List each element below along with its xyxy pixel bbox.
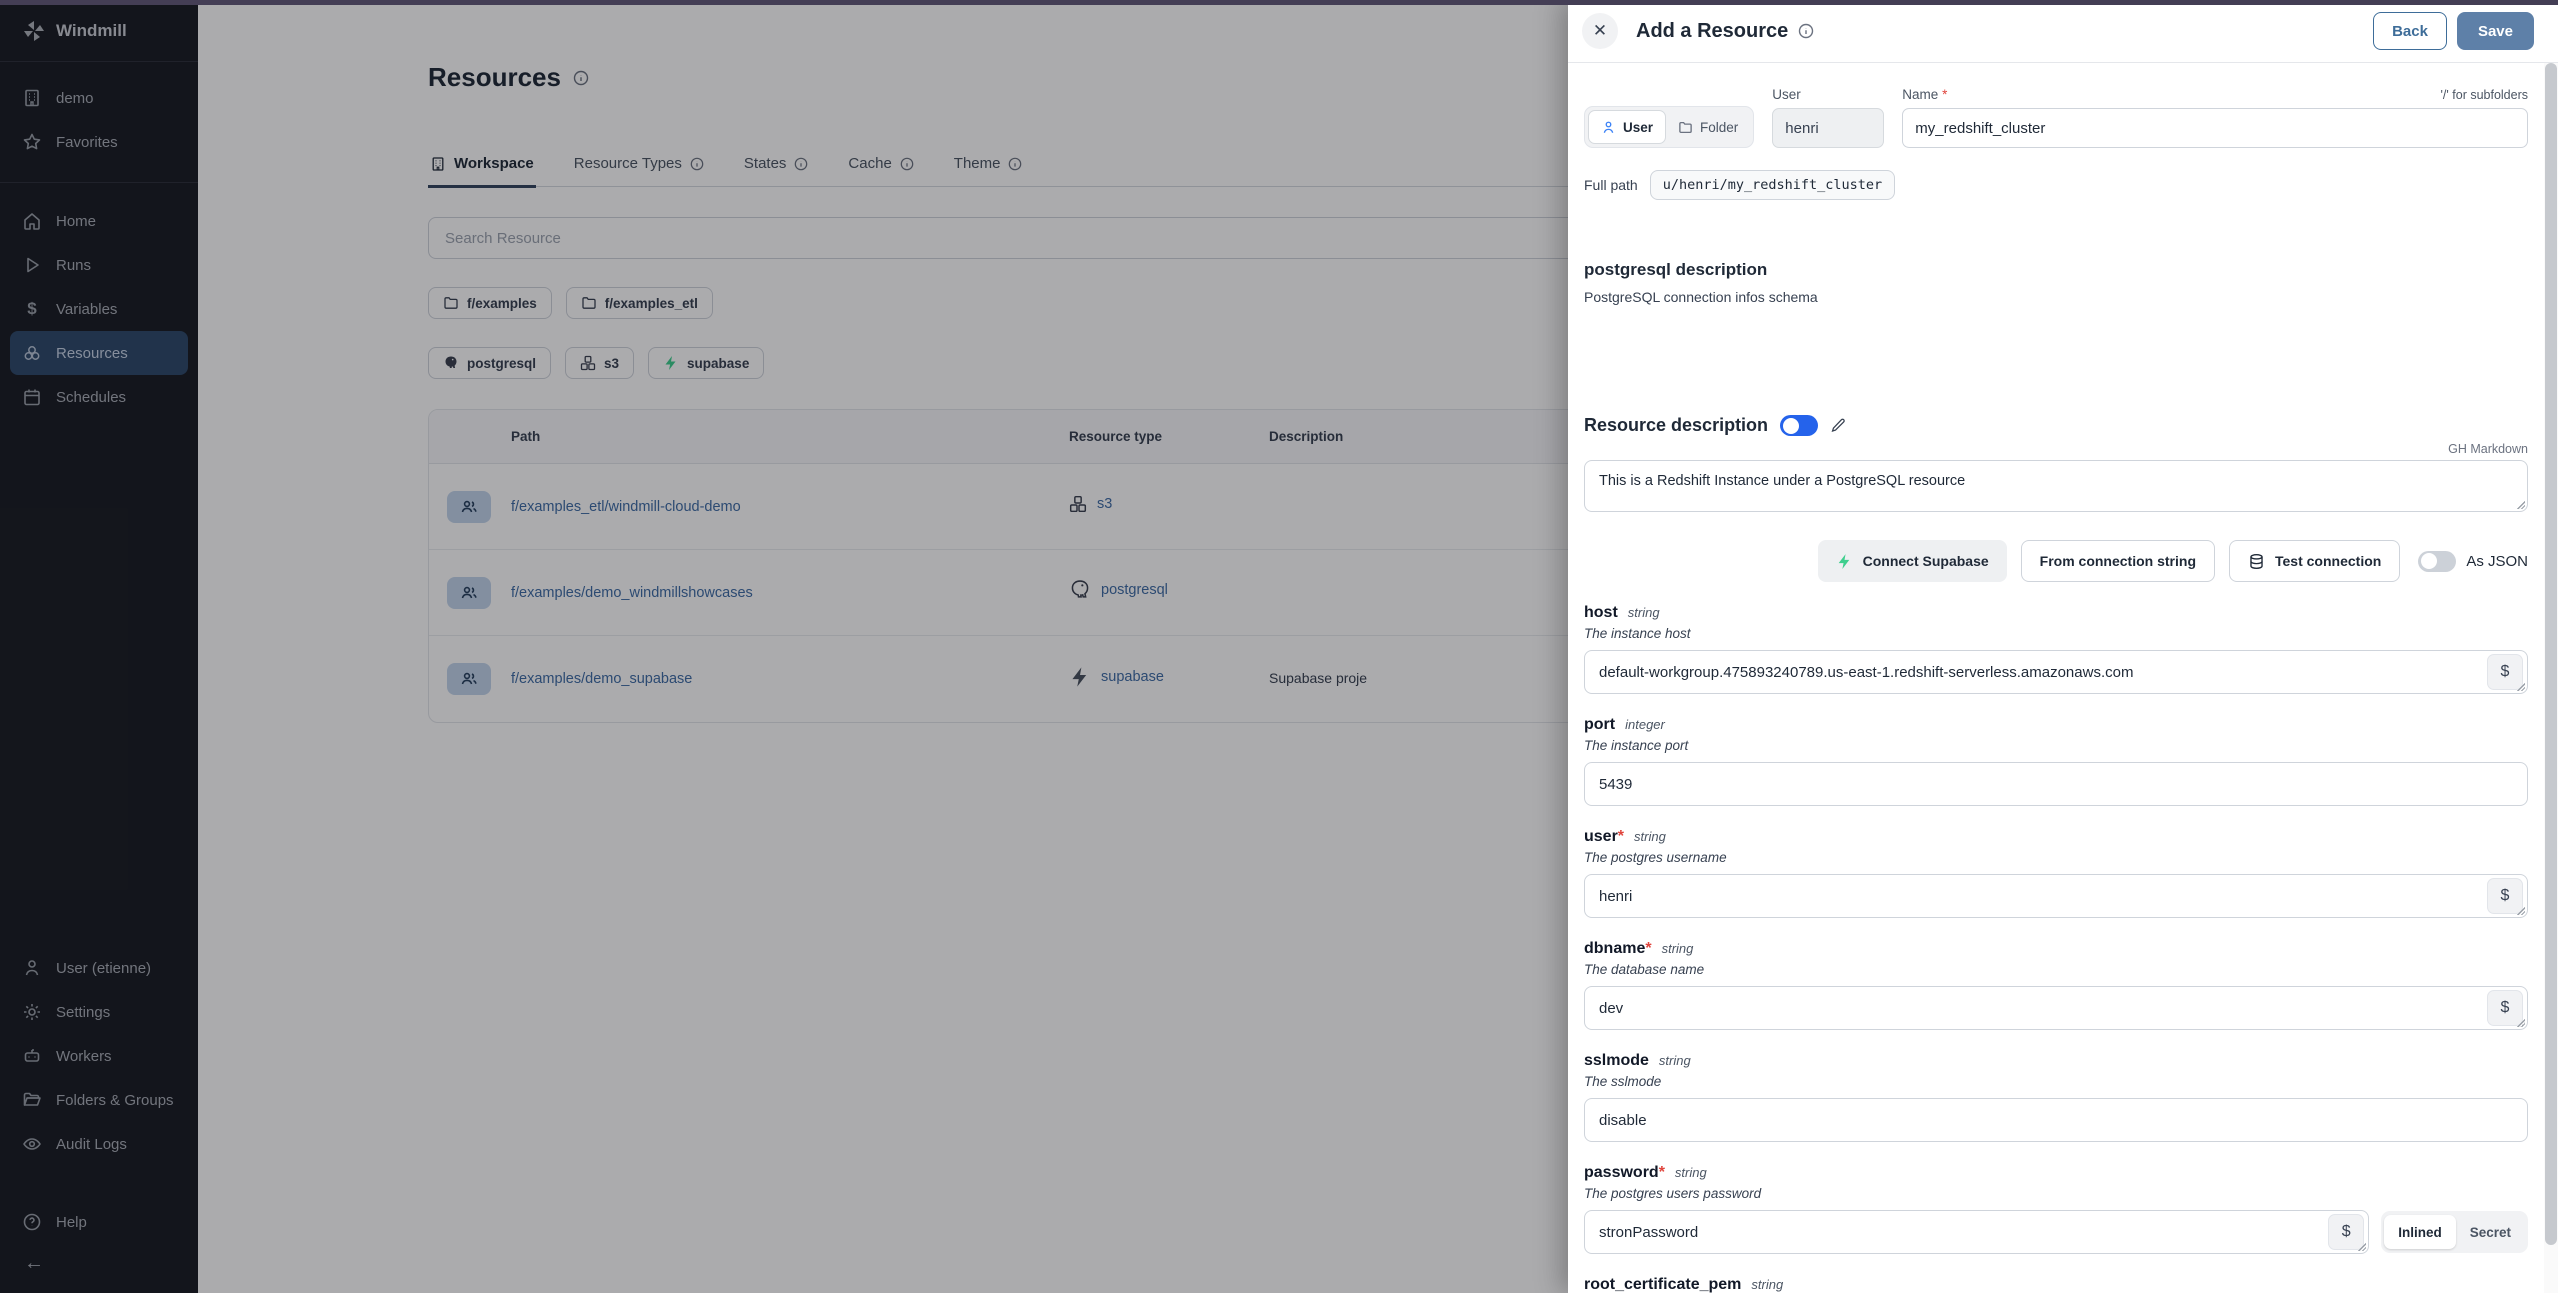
field-root-certificate-pem: root_certificate_pemstring: [1584, 1276, 2528, 1293]
database-icon: [2248, 553, 2265, 570]
password-mode-toggle: Inlined Secret: [2381, 1211, 2528, 1253]
field-port: portinteger The instance port: [1584, 716, 2528, 806]
full-path-row: Full path u/henri/my_redshift_cluster: [1584, 170, 2528, 200]
user-field-label: User: [1772, 87, 1884, 102]
field-sslmode: sslmodestring The sslmode: [1584, 1052, 2528, 1142]
owner-user-label: User: [1623, 120, 1653, 135]
field-description: The postgres username: [1584, 850, 2528, 865]
modal-overlay[interactable]: [0, 0, 1568, 1293]
owner-folder-label: Folder: [1700, 120, 1738, 135]
secret-segment[interactable]: Secret: [2456, 1215, 2525, 1249]
field-description: The instance host: [1584, 626, 2528, 641]
field-description: The database name: [1584, 962, 2528, 977]
as-json-toggle[interactable]: [2418, 551, 2456, 572]
field-description: The sslmode: [1584, 1074, 2528, 1089]
resize-handle[interactable]: [2516, 1018, 2525, 1027]
subfolder-hint: '/' for subfolders: [2441, 88, 2528, 102]
user-icon: [1601, 120, 1616, 135]
window-top-edge: [0, 0, 2558, 5]
drawer-body: User Folder User Name * '/' for subfolde…: [1568, 63, 2544, 1293]
password-input[interactable]: [1584, 1210, 2369, 1254]
inlined-segment[interactable]: Inlined: [2384, 1215, 2456, 1249]
name-field: Name * '/' for subfolders: [1902, 87, 2528, 148]
dbname-input[interactable]: [1584, 986, 2528, 1030]
description-toggle[interactable]: [1780, 415, 1818, 436]
test-connection-button[interactable]: Test connection: [2229, 540, 2400, 582]
pencil-icon[interactable]: [1830, 417, 1847, 434]
sslmode-input[interactable]: [1584, 1098, 2528, 1142]
from-connection-string-button[interactable]: From connection string: [2021, 540, 2215, 582]
folder-icon: [1678, 120, 1693, 135]
owner-type-toggle: User Folder: [1584, 106, 1754, 148]
name-field-label: Name *: [1902, 87, 1947, 102]
user-input[interactable]: [1772, 108, 1884, 148]
resource-type-description-title: postgresql description: [1584, 260, 2528, 280]
back-button[interactable]: Back: [2373, 12, 2447, 50]
name-input[interactable]: [1902, 108, 2528, 148]
resource-description-title: Resource description: [1584, 415, 1768, 436]
resource-type-description-subtitle: PostgreSQL connection infos schema: [1584, 289, 2528, 305]
drawer-title: Add a Resource: [1636, 20, 1788, 43]
markdown-hint: GH Markdown: [1584, 442, 2528, 456]
user-field: User: [1772, 87, 1884, 148]
field-password: password*string The postgres users passw…: [1584, 1164, 2528, 1254]
resize-handle[interactable]: [2516, 500, 2525, 509]
resize-handle[interactable]: [2516, 906, 2525, 915]
resize-handle[interactable]: [2357, 1242, 2366, 1251]
supabase-icon: [1836, 553, 1853, 570]
as-json-control: As JSON: [2418, 551, 2528, 572]
port-input[interactable]: [1584, 762, 2528, 806]
scrollbar-thumb[interactable]: [2545, 63, 2557, 1245]
add-resource-drawer: ✕ Add a Resource Back Save User Folder: [1568, 0, 2558, 1293]
host-input[interactable]: [1584, 650, 2528, 694]
full-path-value: u/henri/my_redshift_cluster: [1650, 170, 1895, 200]
owner-folder-segment[interactable]: Folder: [1666, 110, 1750, 144]
info-icon[interactable]: [1798, 23, 1814, 39]
connect-supabase-button[interactable]: Connect Supabase: [1818, 540, 2007, 582]
save-button[interactable]: Save: [2457, 12, 2534, 50]
field-user: user*string The postgres username $: [1584, 828, 2528, 918]
field-description: The postgres users password: [1584, 1186, 2528, 1201]
connection-actions-row: Connect Supabase From connection string …: [1584, 540, 2528, 582]
resource-description-textarea[interactable]: This is a Redshift Instance under a Post…: [1584, 460, 2528, 512]
field-dbname: dbname*string The database name $: [1584, 940, 2528, 1030]
user-schema-input[interactable]: [1584, 874, 2528, 918]
full-path-label: Full path: [1584, 177, 1638, 193]
field-host: hoststring The instance host $: [1584, 604, 2528, 694]
close-icon[interactable]: ✕: [1582, 13, 1618, 49]
drawer-header: ✕ Add a Resource Back Save: [1568, 0, 2558, 63]
resize-handle[interactable]: [2516, 682, 2525, 691]
field-description: The instance port: [1584, 738, 2528, 753]
owner-user-segment[interactable]: User: [1588, 110, 1666, 144]
as-json-label: As JSON: [2466, 553, 2528, 570]
drawer-scrollbar[interactable]: [2544, 63, 2558, 1293]
